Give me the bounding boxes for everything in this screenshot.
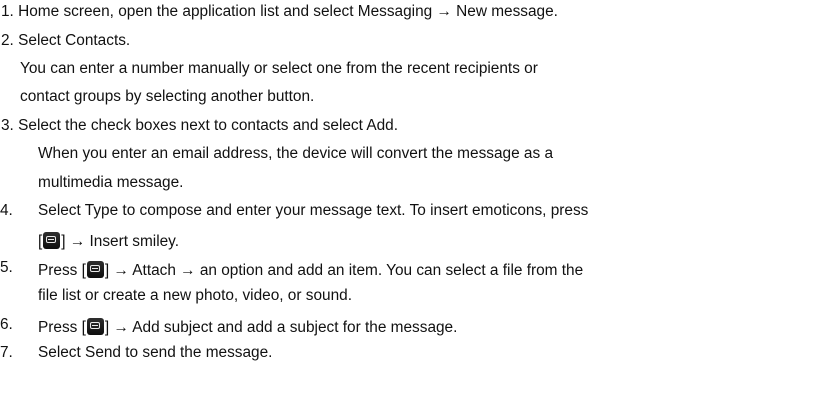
note-text: multimedia message.: [38, 174, 184, 191]
step-1: 1. Home screen, open the application lis…: [1, 2, 558, 22]
step-number: 3.: [1, 117, 14, 134]
instructions-page: 1. Home screen, open the application lis…: [0, 0, 825, 414]
step-text: Select Contacts.: [18, 32, 131, 49]
step-4-continuation: [ ] → Insert smiley.: [38, 229, 179, 252]
step-text-line: Press [ ] → Add subject and add a subject…: [38, 315, 457, 338]
step-text: Home screen, open the application list a…: [18, 3, 558, 20]
step-number: 2.: [1, 32, 14, 49]
step-text: ] → Insert smiley.: [61, 233, 180, 250]
step-number: 6.: [0, 316, 13, 333]
menu-key-icon: [86, 261, 104, 278]
step-number: 7.: [0, 344, 13, 361]
step-text: Select the check boxes next to contacts …: [18, 117, 398, 134]
note-text: You can enter a number manually or selec…: [20, 60, 538, 77]
step-3: 3. Select the check boxes next to contac…: [1, 116, 398, 136]
step-text: Press [: [38, 262, 86, 279]
step-text: ] → Add subject and add a subject for th…: [104, 319, 458, 336]
menu-key-icon: [43, 232, 61, 249]
step-text: Select Type to compose and enter your me…: [38, 202, 589, 219]
step-text: Press [: [38, 319, 86, 336]
step-number: 4.: [0, 202, 13, 219]
step-text: Select Send to send the message.: [38, 344, 273, 361]
step-number: 1.: [1, 3, 14, 20]
step-number: 5.: [0, 259, 13, 276]
bracket-open: [: [38, 233, 43, 250]
step-text: file list or create a new photo, video, …: [38, 287, 352, 304]
step-2: 2. Select Contacts.: [1, 31, 130, 51]
note-text: contact groups by selecting another butt…: [20, 88, 315, 105]
step-text-line: Press [ ] → Attach → an option and add an…: [38, 258, 583, 281]
note-text: When you enter an email address, the dev…: [38, 145, 554, 162]
step-text: ] → Attach → an option and add an item. …: [104, 262, 584, 279]
menu-key-icon: [86, 318, 104, 335]
